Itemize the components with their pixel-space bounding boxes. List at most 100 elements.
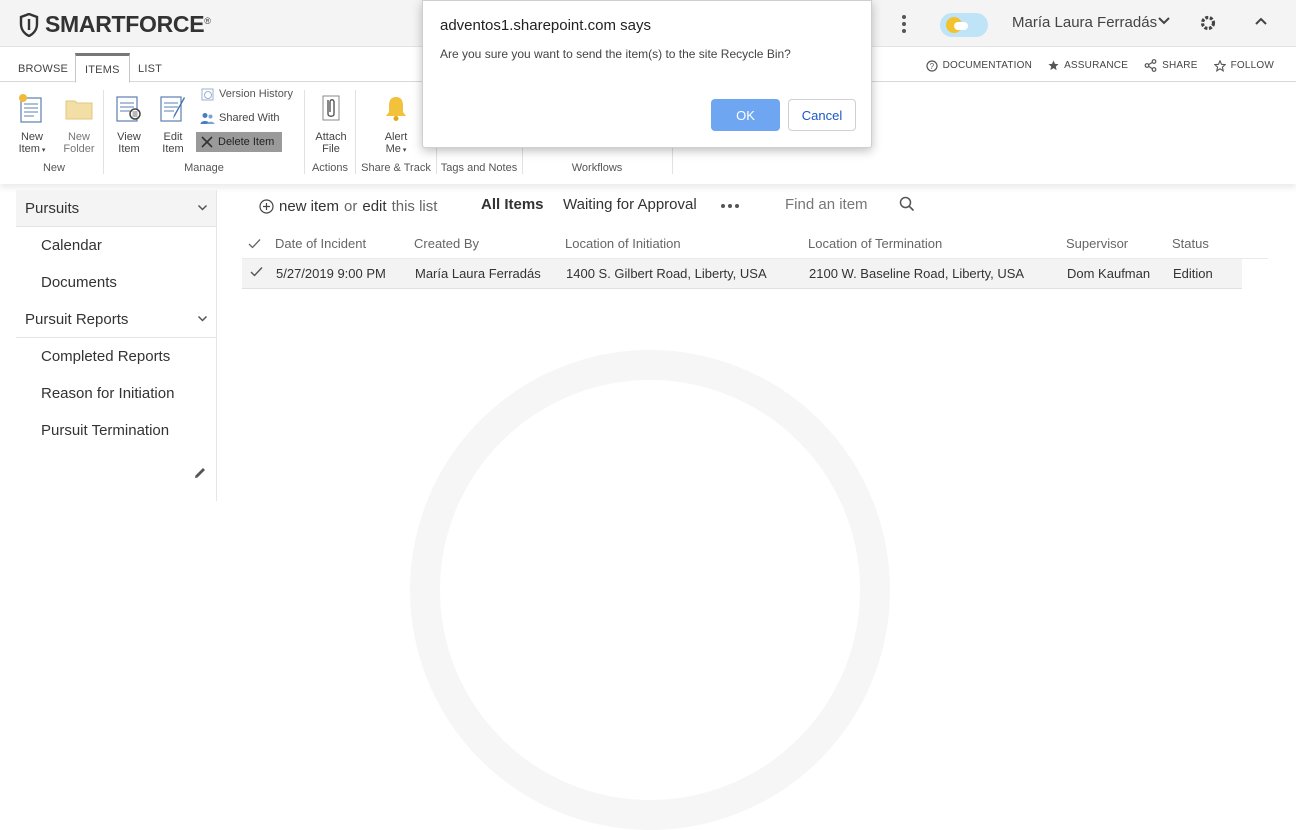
column-header-created-by[interactable]: Created By [414,236,479,251]
new-item-command: new item or edit this list [259,198,437,215]
tab-list[interactable]: LIST [129,53,171,83]
new-folder-label-line1: New [67,131,90,143]
share-link[interactable]: SHARE [1144,59,1197,72]
cell-date[interactable]: 5/27/2019 9:00 PM [276,266,386,281]
tab-browse[interactable]: BROWSE [9,53,77,83]
column-header-supervisor[interactable]: Supervisor [1066,236,1128,251]
documentation-label: DOCUMENTATION [942,60,1033,71]
user-name[interactable]: María Laura Ferradás [1012,14,1157,31]
edit-item-button[interactable]: Edit Item [154,92,192,155]
view-item-button[interactable]: View Item [110,92,148,155]
edit-item-label-line2: Item [162,143,184,155]
new-item-link[interactable]: new item [279,198,339,215]
tab-items[interactable]: ITEMS [75,53,130,83]
sidebar-item-label: Pursuit Reports [25,310,129,328]
follow-link[interactable]: FOLLOW [1213,59,1274,72]
alert-me-label-line2: Me [385,143,401,155]
share-icon [1144,59,1157,72]
folder-icon [65,100,93,120]
chevron-down-icon[interactable] [1157,16,1171,26]
sidebar-item-label: Pursuit Termination [41,422,170,439]
column-header-location-initiation[interactable]: Location of Initiation [565,236,681,251]
group-label-new: New [42,162,65,174]
dropdown-caret-icon: ▾ [39,147,46,154]
group-label-manage: Manage [184,162,224,174]
sidebar-item-pursuit-termination[interactable]: Pursuit Termination [16,412,216,449]
help-icon: ? [926,59,938,72]
new-item-label-line2: Item [18,143,40,155]
alert-me-label-line1: Alert [384,131,408,143]
cell-location-initiation[interactable]: 1400 S. Gilbert Road, Liberty, USA [566,266,767,281]
cell-created-by[interactable]: María Laura Ferradás [415,266,541,281]
gear-icon[interactable] [1199,14,1217,32]
dialog-title: adventos1.sharepoint.com says [440,17,651,34]
cell-status[interactable]: Edition [1173,266,1213,281]
view-item-label-line2: Item [118,143,140,155]
edit-item-label-line1: Edit [163,131,183,143]
attach-file-button[interactable]: Attach File [311,92,351,155]
sidebar-item-pursuits[interactable]: Pursuits [16,190,216,227]
cancel-button[interactable]: Cancel [788,99,856,131]
delete-item-label: Delete Item [218,136,275,148]
dropdown-caret-icon: ▾ [400,147,407,154]
more-options-icon[interactable] [896,13,912,35]
bell-icon [386,97,406,121]
shared-with-button[interactable]: Shared With [196,108,284,128]
version-history-icon [201,88,214,100]
sidebar-item-label: Reason for Initiation [41,385,175,402]
people-icon [200,112,215,124]
view-item-label-line1: View [117,131,141,143]
documentation-link[interactable]: ? DOCUMENTATION [926,59,1032,72]
dialog-message: Are you sure you want to send the item(s… [440,47,791,61]
row-check-icon[interactable] [250,266,263,277]
ok-button[interactable]: OK [711,99,780,131]
sidebar-item-label: Calendar [41,237,102,254]
edit-link[interactable]: edit [362,198,386,215]
version-history-label: Version History [219,88,293,100]
assurance-link[interactable]: ASSURANCE [1048,59,1128,72]
chevron-down-icon[interactable] [197,204,208,212]
sidebar-item-label: Pursuits [25,199,80,217]
chevron-down-icon[interactable] [197,315,208,323]
weather-icon[interactable] [940,13,988,37]
cell-supervisor[interactable]: Dom Kaufman [1067,266,1150,281]
ribbon-group-manage: View Item Edit Item Version History Shar… [104,86,304,178]
edit-links-icon[interactable] [193,466,207,480]
follow-label: FOLLOW [1230,60,1274,71]
alert-me-button[interactable]: Alert Me ▾ [376,92,416,157]
this-list-text: this list [391,198,438,215]
new-item-button[interactable]: New Item ▾ [12,92,52,157]
edit-item-icon [160,96,185,122]
find-item-input[interactable]: Find an item [785,196,868,213]
sidebar-item-documents[interactable]: Documents [16,264,216,301]
group-label-workflows: Workflows [571,162,623,174]
sidebar-nav: Pursuits Calendar Documents Pursuit Repo… [16,190,216,449]
background-watermark [410,350,890,830]
brand-logo[interactable]: SMARTFORCE ® [19,11,211,38]
add-circle-icon[interactable] [259,199,274,214]
shared-with-label: Shared With [219,112,280,124]
delete-item-button[interactable]: Delete Item [196,132,282,152]
chevron-up-icon[interactable] [1254,16,1268,26]
cell-location-termination[interactable]: 2100 W. Baseline Road, Liberty, USA [809,266,1024,281]
confirm-dialog: adventos1.sharepoint.com says Are you su… [422,0,872,148]
ribbon-group-actions: Attach File Actions [305,86,355,178]
sidebar-item-reason-for-initiation[interactable]: Reason for Initiation [16,375,216,412]
column-header-location-termination[interactable]: Location of Termination [808,236,942,251]
sidebar-item-calendar[interactable]: Calendar [16,227,216,264]
more-views-icon[interactable] [721,204,739,208]
sidebar-item-completed-reports[interactable]: Completed Reports [16,338,216,375]
search-icon[interactable] [899,196,915,212]
star-outline-icon [1213,59,1226,72]
new-folder-label-line2: Folder [63,143,95,155]
column-header-date[interactable]: Date of Incident [275,236,366,251]
version-history-button[interactable]: Version History [196,84,297,104]
brand-name: SMARTFORCE [45,11,205,37]
new-folder-button[interactable]: New Folder [58,92,100,155]
select-all-check-icon[interactable] [248,238,261,249]
group-label-tags-notes: Tags and Notes [440,162,518,174]
view-waiting-for-approval[interactable]: Waiting for Approval [563,196,697,213]
sidebar-item-pursuit-reports[interactable]: Pursuit Reports [16,301,216,338]
column-header-status[interactable]: Status [1172,236,1209,251]
view-all-items[interactable]: All Items [481,196,544,213]
